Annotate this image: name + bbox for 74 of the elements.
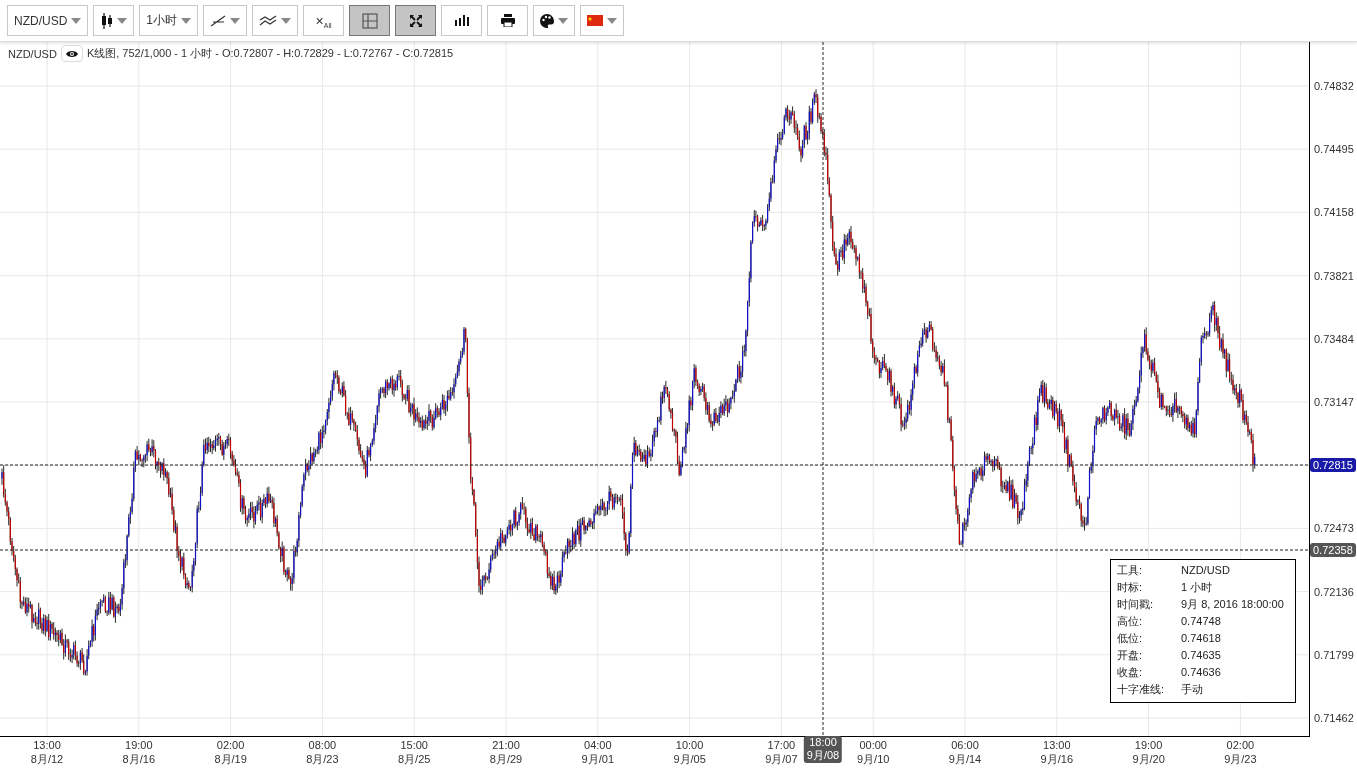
info-value: 9月 8, 2016 18:00:00 [1181,597,1285,612]
price-marker: 0.72358 [1310,543,1356,557]
price-tick: 0.71799 [1314,648,1354,661]
caret-icon [181,17,192,24]
info-label: 十字准线: [1117,682,1166,697]
time-tick: 19:00 8月/16 [122,738,155,766]
info-label: 低位: [1117,631,1144,646]
time-tick: 21:00 8月/29 [489,738,523,766]
chart-summary: K线图, 752/1,000 - 1 小时 - O:0.72807 - H:0.72829 - L:0.72767 - C:0.72815 [86,46,454,61]
time-tick: 10:00 9月/05 [673,738,706,766]
time-tick: 17:00 9月/07 [765,738,798,766]
price-tick: 0.73821 [1314,269,1354,282]
price-tick: 0.72473 [1314,522,1354,535]
theme-button[interactable] [533,5,576,36]
info-value: 1 小时 [1181,580,1214,595]
chart-type-button[interactable] [93,5,135,36]
info-label: 时间戳: [1117,597,1155,612]
info-label: 工具: [1117,563,1144,578]
line-tool-icon [210,14,227,27]
grid-toggle-button[interactable] [349,5,391,36]
candlestick-icon [100,12,113,29]
printer-icon [500,14,515,27]
time-tick: 13:00 9月/16 [1040,738,1073,766]
time-tick: 13:00 8月/12 [30,738,64,766]
grid-icon [361,12,378,29]
draw-tool-button[interactable] [203,5,248,36]
indicator-button[interactable] [252,5,299,36]
time-tick: 02:00 9月/23 [1224,738,1257,766]
price-marker: 0.72815 [1310,458,1356,472]
print-button[interactable] [487,5,529,36]
time-tick: 08:00 8月/23 [306,738,339,766]
caret-icon [281,17,292,24]
palette-icon [540,13,555,28]
info-label: 时标: [1117,580,1144,595]
info-label: 高位: [1117,614,1144,629]
price-tick: 0.73484 [1314,332,1354,345]
time-tick: 02:00 8月/19 [214,738,247,766]
caret-icon [230,17,241,24]
info-value: 0.74748 [1181,614,1222,629]
time-tick: 19:00 9月/20 [1132,738,1165,766]
price-tick: 0.73147 [1314,396,1354,408]
caret-icon [71,17,82,24]
info-value: 0.74635 [1181,648,1222,663]
indicator-icon [259,14,278,27]
info-value: 0.74618 [1181,631,1222,646]
price-tick: 0.74832 [1314,80,1354,92]
symbol-dropdown[interactable]: NZD/USD [7,5,89,36]
info-label: 开盘: [1117,648,1144,663]
time-tick: 15:00 8月/25 [398,738,431,766]
eye-button[interactable] [60,45,83,62]
price-tick: 0.74495 [1314,143,1354,156]
flag-icon [587,15,604,26]
info-value: 手动 [1181,682,1204,697]
crosshair-time-label: 18:00 9月/08 [803,736,843,763]
info-label: 收盘: [1117,665,1144,680]
price-tick: 0.72136 [1314,585,1354,598]
language-button[interactable] [580,5,625,36]
price-tick: 0.74158 [1314,206,1354,219]
time-tick: 00:00 9月/10 [857,738,890,766]
eye-icon [65,49,78,58]
fullscreen-button[interactable] [395,5,437,36]
volume-button[interactable] [441,5,483,36]
bar-chart-icon [454,15,469,26]
time-tick: 04:00 9月/01 [581,738,614,766]
caret-icon [558,17,569,24]
caret-icon [116,17,127,24]
price-tick: 0.71462 [1314,712,1354,724]
symbol-label: NZD/USD [8,47,57,60]
fullscreen-icon [409,14,422,27]
time-tick: 06:00 9月/14 [948,738,982,766]
caret-icon [607,17,618,24]
interval-dropdown[interactable]: 1小时 [139,5,199,36]
info-value: NZD/USD [1181,563,1231,578]
info-value: 0.74636 [1181,665,1222,680]
